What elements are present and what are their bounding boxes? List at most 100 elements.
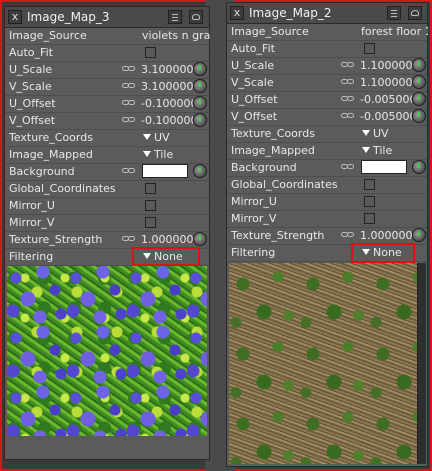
- link-icon[interactable]: [341, 79, 355, 85]
- global-coordinates-row: Global_Coordinates: [227, 176, 427, 194]
- mirror-v-label: Mirror_V: [9, 216, 55, 229]
- image-map-2-panel: x Image_Map_2 Image_Source forest floor …: [226, 2, 428, 467]
- dial-icon[interactable]: [412, 75, 426, 89]
- mirror-u-checkbox[interactable]: [145, 200, 156, 211]
- link-icon[interactable]: [122, 168, 136, 174]
- texture-coords-row: Texture_Coords UV: [5, 129, 209, 147]
- u-scale-row: U_Scale 3.100000: [5, 61, 209, 79]
- texture-strength-value[interactable]: 1.000000: [360, 229, 413, 242]
- u-scale-label: U_Scale: [9, 63, 53, 76]
- global-coordinates-checkbox[interactable]: [364, 179, 375, 190]
- close-icon[interactable]: x: [8, 10, 22, 24]
- v-scale-value[interactable]: 1.100000: [360, 76, 413, 89]
- u-offset-label: U_Offset: [9, 97, 56, 110]
- texture-strength-label: Texture_Strength: [9, 233, 103, 246]
- global-coordinates-row: Global_Coordinates: [5, 180, 209, 198]
- u-scale-row: U_Scale 1.100000: [227, 57, 427, 75]
- image-source-value[interactable]: forest floor 1: [361, 25, 428, 38]
- link-icon[interactable]: [122, 236, 136, 242]
- link-icon[interactable]: [122, 66, 136, 72]
- preview-toggle-icon[interactable]: [189, 10, 203, 24]
- global-coordinates-checkbox[interactable]: [145, 183, 156, 194]
- texture-coords-dropdown[interactable]: UV: [143, 131, 170, 144]
- image-mapped-dropdown[interactable]: Tile: [362, 144, 392, 157]
- image-mapped-row: Image_Mapped Tile: [5, 146, 209, 164]
- background-label: Background: [231, 161, 297, 174]
- panel-title: Image_Map_2: [249, 6, 332, 20]
- image-mapped-dropdown[interactable]: Tile: [143, 148, 173, 161]
- panel-title: Image_Map_3: [27, 10, 110, 24]
- mirror-v-row: Mirror_V: [227, 210, 427, 228]
- mirror-u-checkbox[interactable]: [364, 196, 375, 207]
- link-icon[interactable]: [341, 96, 355, 102]
- texture-strength-value[interactable]: 1.000000: [141, 233, 194, 246]
- link-icon[interactable]: [341, 62, 355, 68]
- dial-icon[interactable]: [193, 113, 207, 127]
- dial-icon[interactable]: [412, 92, 426, 106]
- auto-fit-label: Auto_Fit: [231, 42, 275, 55]
- mirror-u-label: Mirror_U: [231, 195, 277, 208]
- menu-icon[interactable]: [168, 10, 182, 24]
- mirror-v-checkbox[interactable]: [145, 217, 156, 228]
- u-scale-label: U_Scale: [231, 59, 275, 72]
- link-icon[interactable]: [122, 100, 136, 106]
- close-icon[interactable]: x: [230, 6, 244, 20]
- auto-fit-checkbox[interactable]: [145, 47, 156, 58]
- mirror-u-row: Mirror_U: [227, 193, 427, 211]
- global-coordinates-label: Global_Coordinates: [231, 178, 338, 191]
- link-icon[interactable]: [341, 232, 355, 238]
- v-offset-label: V_Offset: [9, 114, 56, 127]
- image-source-value[interactable]: violets n grass 1: [142, 29, 210, 42]
- u-offset-value[interactable]: -0.005000: [360, 93, 412, 106]
- dial-icon[interactable]: [193, 232, 207, 246]
- filtering-label: Filtering: [9, 250, 54, 263]
- background-color-swatch[interactable]: [142, 164, 188, 178]
- texture-preview: [7, 266, 207, 436]
- auto-fit-label: Auto_Fit: [9, 46, 53, 59]
- link-icon[interactable]: [341, 164, 355, 170]
- auto-fit-checkbox[interactable]: [364, 43, 375, 54]
- dial-icon[interactable]: [193, 79, 207, 93]
- global-coordinates-label: Global_Coordinates: [9, 182, 116, 195]
- menu-icon[interactable]: [387, 6, 401, 20]
- background-label: Background: [9, 165, 75, 178]
- v-scale-row: V_Scale 1.100000: [227, 74, 427, 92]
- panel-title-bar[interactable]: x Image_Map_2: [227, 3, 427, 24]
- v-scale-value[interactable]: 3.100000: [141, 80, 194, 93]
- mirror-v-row: Mirror_V: [5, 214, 209, 232]
- link-icon[interactable]: [341, 113, 355, 119]
- dial-icon[interactable]: [193, 96, 207, 110]
- mirror-u-row: Mirror_U: [5, 197, 209, 215]
- image-source-row[interactable]: Image_Source violets n grass 1: [5, 27, 210, 45]
- dial-icon[interactable]: [193, 62, 207, 76]
- v-scale-row: V_Scale 3.100000: [5, 78, 209, 96]
- link-icon[interactable]: [122, 83, 136, 89]
- background-color-swatch[interactable]: [361, 160, 407, 174]
- mirror-v-label: Mirror_V: [231, 212, 277, 225]
- dial-icon[interactable]: [412, 228, 426, 242]
- auto-fit-row: Auto_Fit: [227, 40, 427, 58]
- image-mapped-label: Image_Mapped: [9, 148, 93, 161]
- preview-toggle-icon[interactable]: [408, 6, 422, 20]
- dial-icon[interactable]: [412, 160, 426, 174]
- dial-icon[interactable]: [412, 109, 426, 123]
- texture-coords-label: Texture_Coords: [231, 127, 315, 140]
- panel-title-bar[interactable]: x Image_Map_3: [5, 7, 209, 28]
- u-offset-label: U_Offset: [231, 93, 278, 106]
- u-offset-row: U_Offset -0.100000: [5, 95, 209, 113]
- v-offset-row: V_Offset -0.100000: [5, 112, 209, 130]
- image-source-label: Image_Source: [231, 25, 309, 38]
- mirror-v-checkbox[interactable]: [364, 213, 375, 224]
- image-source-row[interactable]: Image_Source forest floor 1: [227, 23, 428, 41]
- v-offset-value[interactable]: -0.005000: [360, 110, 412, 123]
- v-offset-value[interactable]: -0.100000: [141, 114, 193, 127]
- u-scale-value[interactable]: 1.100000: [360, 59, 413, 72]
- link-icon[interactable]: [122, 117, 136, 123]
- u-scale-value[interactable]: 3.100000: [141, 63, 194, 76]
- texture-coords-dropdown[interactable]: UV: [362, 127, 389, 140]
- panel-scrollbar[interactable]: [417, 263, 426, 464]
- filtering-highlight: [351, 243, 415, 263]
- u-offset-value[interactable]: -0.100000: [141, 97, 193, 110]
- dial-icon[interactable]: [412, 58, 426, 72]
- dial-icon[interactable]: [193, 164, 207, 178]
